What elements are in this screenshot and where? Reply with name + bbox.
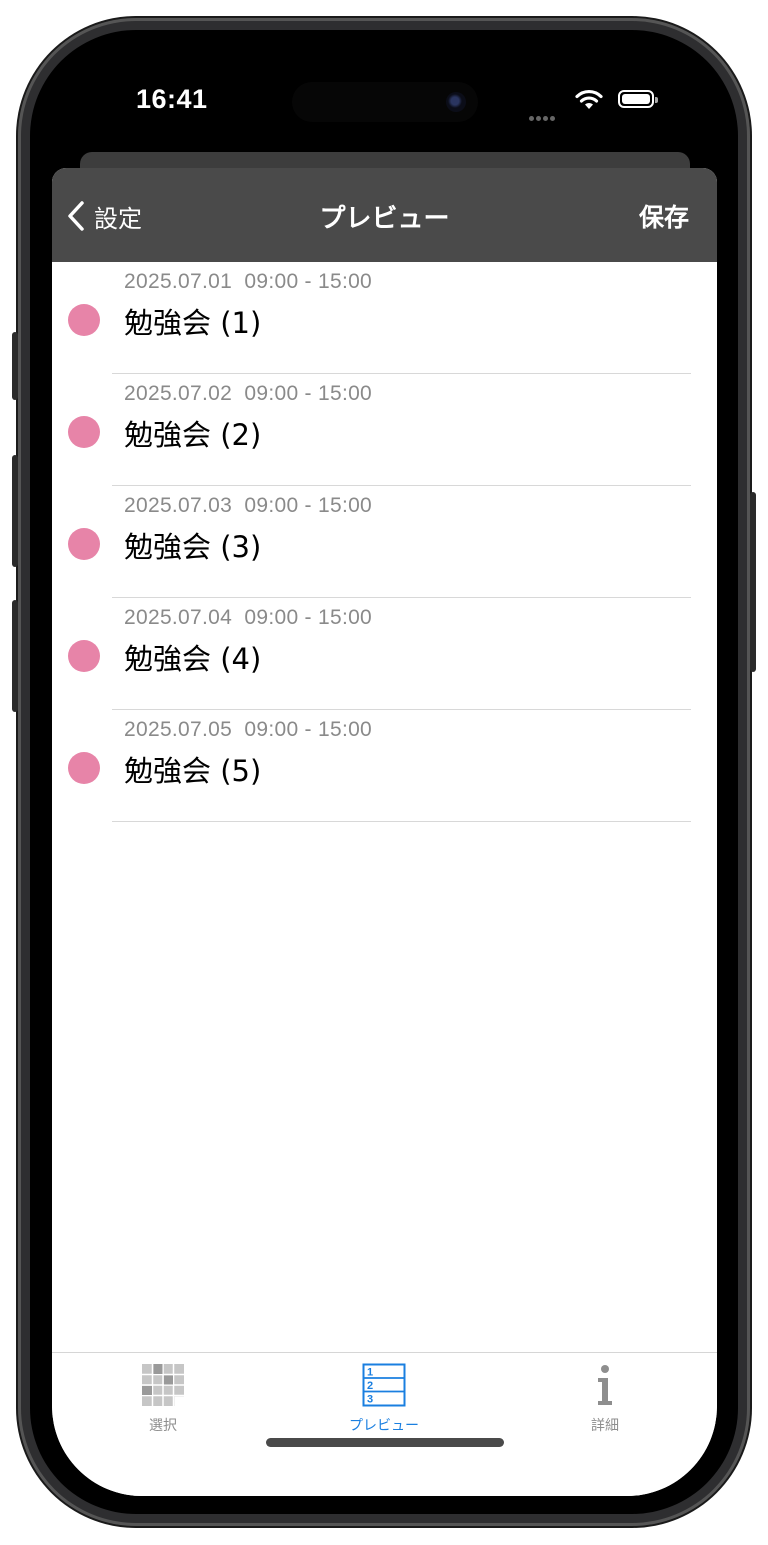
event-color-dot: [68, 304, 100, 336]
event-color-dot: [68, 752, 100, 784]
tab-select-label: 選択: [149, 1418, 177, 1434]
list-item[interactable]: 2025.07.04 09:00 - 15:00 勉強会 (4): [52, 598, 717, 710]
svg-text:1: 1: [367, 1367, 373, 1379]
power-button: [750, 492, 756, 672]
event-date: 2025.07.04 09:00 - 15:00: [124, 606, 373, 629]
modal-sheet: 設定 プレビュー 保存 2025.07.01 09:00 - 15:00 勉強会…: [52, 168, 717, 1496]
event-title: 勉強会 (2): [124, 418, 262, 452]
status-time: 16:41: [136, 84, 208, 114]
save-button[interactable]: 保存: [639, 198, 689, 234]
tab-bar: 選択 1 2 3 プレビュー 詳細: [52, 1352, 717, 1496]
home-indicator[interactable]: [266, 1438, 504, 1447]
tab-details-label: 詳細: [591, 1418, 619, 1434]
svg-text:2: 2: [367, 1380, 373, 1392]
wifi-icon: [575, 89, 603, 109]
tab-details[interactable]: 詳細: [545, 1363, 665, 1435]
event-title: 勉強会 (3): [124, 530, 262, 564]
volume-up-button: [12, 455, 18, 567]
tab-preview-label: プレビュー: [349, 1418, 419, 1434]
event-color-dot: [68, 528, 100, 560]
numbered-list-icon: 1 2 3: [362, 1363, 406, 1407]
tab-select[interactable]: 選択: [103, 1363, 223, 1435]
event-title: 勉強会 (4): [124, 642, 262, 676]
event-title: 勉強会 (1): [124, 306, 262, 340]
list-item[interactable]: 2025.07.02 09:00 - 15:00 勉強会 (2): [52, 374, 717, 486]
battery-icon: [618, 90, 658, 108]
event-date: 2025.07.05 09:00 - 15:00: [124, 718, 373, 741]
page-title: プレビュー: [319, 204, 450, 234]
list-item[interactable]: 2025.07.03 09:00 - 15:00 勉強会 (3): [52, 486, 717, 598]
volume-down-button: [12, 600, 18, 712]
info-icon: [598, 1365, 612, 1405]
event-date: 2025.07.01 09:00 - 15:00: [124, 270, 373, 293]
action-button: [12, 332, 18, 400]
event-date: 2025.07.03 09:00 - 15:00: [124, 494, 373, 517]
cellular-signal-icon: [529, 106, 563, 121]
navigation-bar: 設定 プレビュー 保存: [52, 168, 717, 262]
camera-lens: [446, 92, 466, 112]
event-color-dot: [68, 416, 100, 448]
event-date: 2025.07.02 09:00 - 15:00: [124, 382, 373, 405]
svg-text:3: 3: [367, 1394, 373, 1406]
event-title: 勉強会 (5): [124, 754, 262, 788]
tab-preview[interactable]: 1 2 3 プレビュー: [324, 1363, 444, 1435]
event-color-dot: [68, 640, 100, 672]
grid-icon: [142, 1364, 184, 1406]
row-divider: [112, 821, 691, 822]
status-bar: 16:41: [52, 48, 717, 158]
list-item[interactable]: 2025.07.01 09:00 - 15:00 勉強会 (1): [52, 262, 717, 374]
event-list: 2025.07.01 09:00 - 15:00 勉強会 (1) 2025.07…: [52, 262, 717, 822]
screen: 16:41 設定 プレビュー 保存 2025.07.01 09:00 - 15:…: [52, 48, 717, 1496]
list-item[interactable]: 2025.07.05 09:00 - 15:00 勉強会 (5): [52, 710, 717, 822]
